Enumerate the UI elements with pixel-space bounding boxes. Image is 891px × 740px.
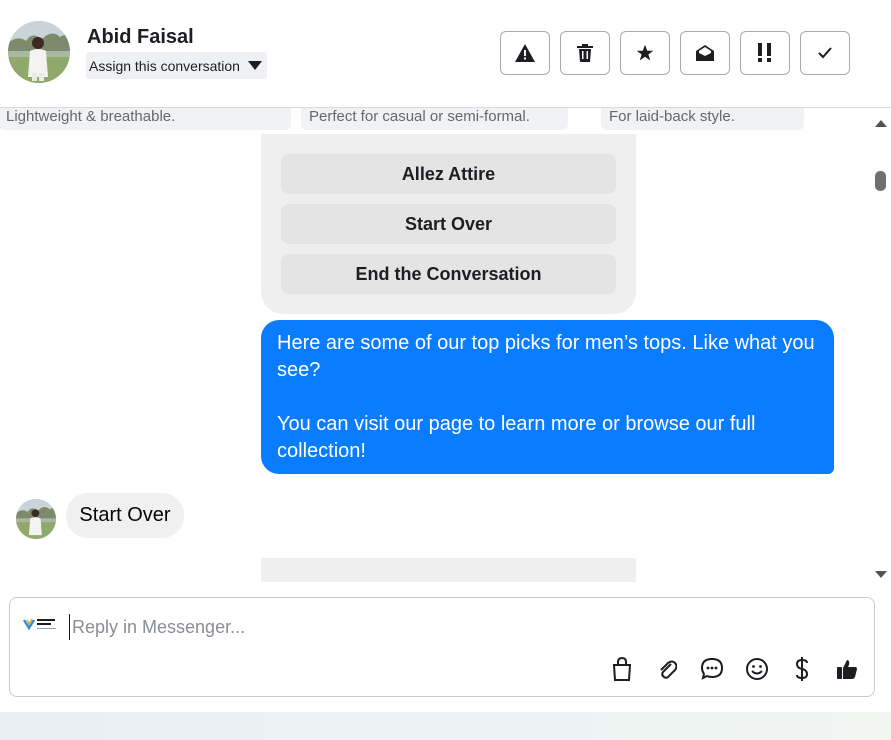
messenger-conversation-view: Abid Faisal Assign this conversation Lig…	[0, 0, 891, 740]
conversation-header: Abid Faisal Assign this conversation	[0, 0, 891, 108]
bot-message-line: You can visit our page to learn more or …	[277, 413, 756, 462]
mark-unread-button[interactable]	[680, 31, 730, 75]
quick-replies-box: Allez Attire Start Over End the Conversa…	[261, 134, 636, 314]
product-card-caption: Lightweight & breathable.	[6, 108, 176, 125]
star-icon	[636, 44, 654, 62]
bot-message-line: Here are some of our top picks for men’s…	[277, 332, 815, 381]
message-thread[interactable]: Lightweight & breathable. Perfect for ca…	[0, 108, 891, 582]
caret-down-icon	[248, 61, 262, 70]
paperclip-icon[interactable]	[654, 656, 680, 682]
product-card[interactable]: For laid-back style.	[601, 108, 804, 130]
product-card-caption: For laid-back style.	[609, 108, 735, 125]
contact-avatar[interactable]	[8, 21, 70, 83]
thumbs-up-icon[interactable]	[834, 656, 860, 682]
star-button[interactable]	[620, 31, 670, 75]
user-message-bubble: Start Over	[66, 493, 184, 538]
scroll-up-arrow-icon[interactable]	[874, 115, 888, 133]
double-exclamation-icon	[756, 43, 774, 63]
reply-input[interactable]	[69, 614, 849, 640]
chat-bubble-icon[interactable]	[699, 656, 725, 682]
open-envelope-icon	[695, 44, 715, 62]
quick-reply-start-over[interactable]: Start Over	[281, 204, 616, 244]
product-card[interactable]: Perfect for casual or semi-formal.	[301, 108, 568, 130]
contact-name: Abid Faisal	[87, 26, 194, 48]
delete-button[interactable]	[560, 31, 610, 75]
quick-reply-end-conversation[interactable]: End the Conversation	[281, 254, 616, 294]
bot-message-bubble: Here are some of our top picks for men’s…	[261, 320, 834, 474]
page-brand-logo	[22, 616, 57, 634]
dollar-icon[interactable]	[789, 656, 815, 682]
product-card[interactable]: Lightweight & breathable.	[0, 108, 291, 130]
shopping-bag-icon[interactable]	[609, 656, 635, 682]
checkmark-icon	[818, 47, 832, 59]
follow-up-button[interactable]	[740, 31, 790, 75]
trash-icon	[577, 44, 593, 62]
mark-done-button[interactable]	[800, 31, 850, 75]
reply-composer	[9, 597, 875, 697]
contact-avatar-small	[16, 499, 56, 539]
scroll-down-arrow-icon[interactable]	[874, 566, 888, 584]
quick-reply-allez-attire[interactable]: Allez Attire	[281, 154, 616, 194]
quick-replies-box	[261, 558, 636, 582]
spam-button[interactable]	[500, 31, 550, 75]
smiley-icon[interactable]	[744, 656, 770, 682]
product-card-caption: Perfect for casual or semi-formal.	[309, 108, 530, 125]
assign-conversation-dropdown[interactable]: Assign this conversation	[86, 52, 267, 79]
scrollbar-thumb[interactable]	[875, 171, 886, 191]
warning-icon	[515, 44, 535, 62]
page-footer-background	[0, 712, 891, 740]
assign-label: Assign this conversation	[89, 57, 240, 74]
